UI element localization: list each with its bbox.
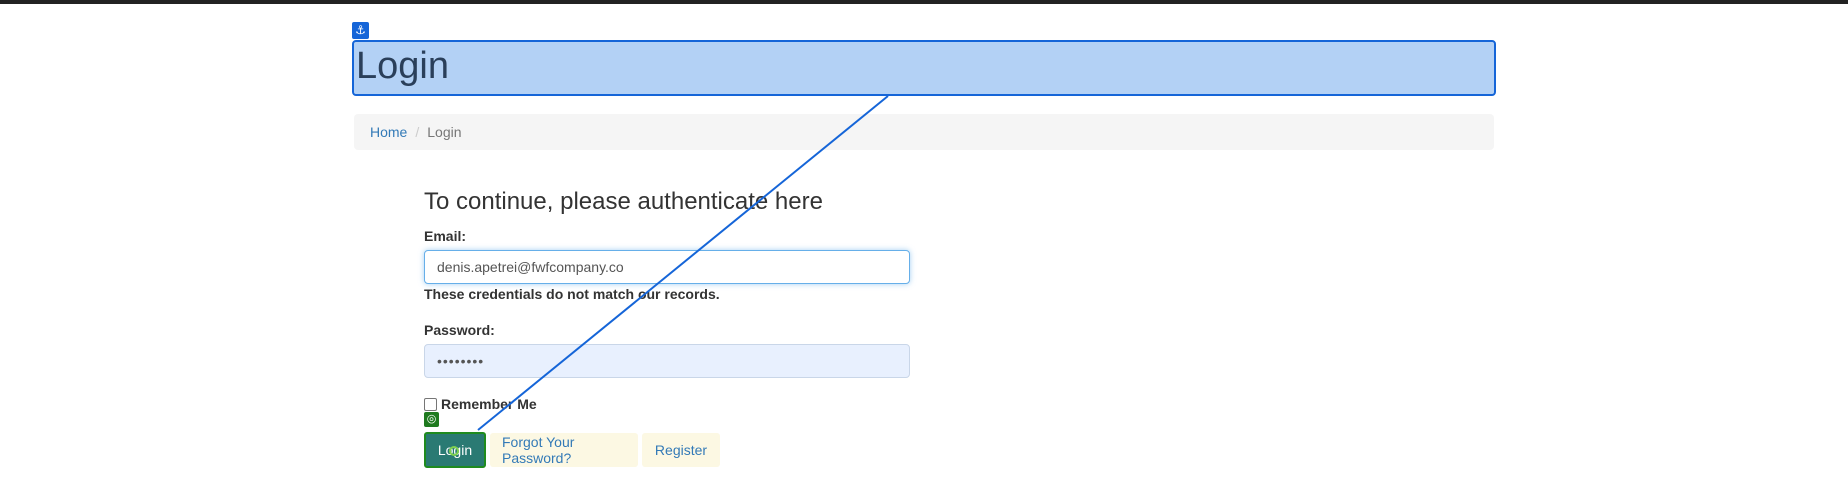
register-link[interactable]: Register — [642, 433, 720, 467]
form-heading: To continue, please authenticate here — [424, 188, 823, 215]
breadcrumb-current: Login — [427, 124, 462, 140]
form-actions: Login Forgot Your Password? Register — [424, 432, 720, 468]
forgot-password-link[interactable]: Forgot Your Password? — [490, 433, 638, 467]
breadcrumb: Home / Login — [354, 114, 1494, 150]
breadcrumb-separator: / — [415, 124, 420, 140]
page-title: Login — [356, 45, 449, 87]
password-label: Password: — [424, 322, 495, 338]
target-icon: ◎ — [424, 412, 439, 427]
credentials-error-message: These credentials do not match our recor… — [424, 286, 720, 302]
breadcrumb-home-link[interactable]: Home — [370, 124, 407, 140]
remember-me-label[interactable]: Remember Me — [441, 396, 537, 412]
email-label: Email: — [424, 228, 467, 244]
remember-me-row: Remember Me — [424, 396, 537, 412]
page-title-highlight: Login — [352, 40, 1496, 96]
login-button[interactable]: Login — [424, 432, 486, 468]
remember-me-checkbox[interactable] — [424, 397, 437, 411]
top-navbar-strip — [0, 0, 1848, 4]
password-field[interactable] — [424, 344, 910, 378]
email-field[interactable] — [424, 250, 910, 284]
anchor-icon: ⚓ — [352, 22, 369, 39]
